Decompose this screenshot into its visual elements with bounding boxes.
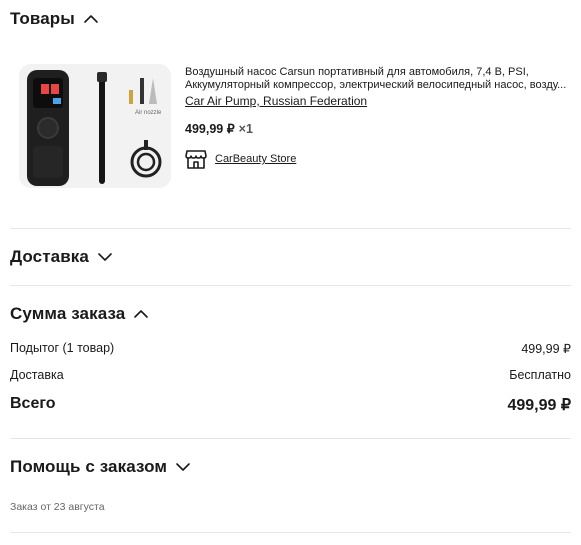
product-image[interactable]: Air nozzle [19,64,171,188]
store-icon [185,148,207,170]
help-section-toggle[interactable]: Помощь с заказом [10,457,191,477]
chevron-down-icon [175,459,191,475]
divider [10,532,571,533]
order-date: Заказ от 23 августа [10,501,105,513]
divider [10,228,571,229]
chevron-down-icon [97,249,113,265]
product-quantity: ×1 [238,122,253,136]
total-row: Всего 499,99 ₽ [10,395,571,415]
chevron-up-icon [133,306,149,322]
subtotal-label: Подытог (1 товар) [10,341,115,355]
divider [10,438,571,439]
chevron-up-icon [83,11,99,27]
store-link[interactable]: CarBeauty Store [185,148,296,170]
order-sum-section-title: Сумма заказа [10,304,126,323]
goods-section-toggle[interactable]: Товары [10,9,99,29]
goods-section-title: Товары [10,9,75,28]
product-description[interactable]: Воздушный насос Carsun портативный для а… [185,66,571,92]
product-price: 499,99 ₽ [185,122,235,136]
order-sum-section-toggle[interactable]: Сумма заказа [10,304,149,324]
total-value: 499,99 ₽ [507,397,571,414]
delivery-cost-row: Доставка Бесплатно [10,368,571,382]
subtotal-value: 499,99 ₽ [521,342,571,356]
delivery-cost-label: Доставка [10,368,64,382]
price-row: 499,99 ₽ ×1 [185,121,571,136]
product-variant-link[interactable]: Car Air Pump, Russian Federation [185,94,367,109]
divider [10,285,571,286]
delivery-section-toggle[interactable]: Доставка [10,247,113,267]
store-name: CarBeauty Store [215,153,297,165]
delivery-cost-value: Бесплатно [509,368,571,382]
help-section-title: Помощь с заказом [10,457,168,476]
total-label: Всего [10,395,56,412]
product-info: Воздушный насос Carsun портативный для а… [185,66,571,136]
delivery-section-title: Доставка [10,247,89,266]
product-description-line-2: Аккумуляторный компрессор, электрический… [185,79,567,91]
product-description-line-1: Воздушный насос Carsun портативный для а… [185,66,529,78]
subtotal-row: Подытог (1 товар) 499,99 ₽ [10,341,571,356]
air-nozzle-label: Air nozzle [135,110,162,116]
